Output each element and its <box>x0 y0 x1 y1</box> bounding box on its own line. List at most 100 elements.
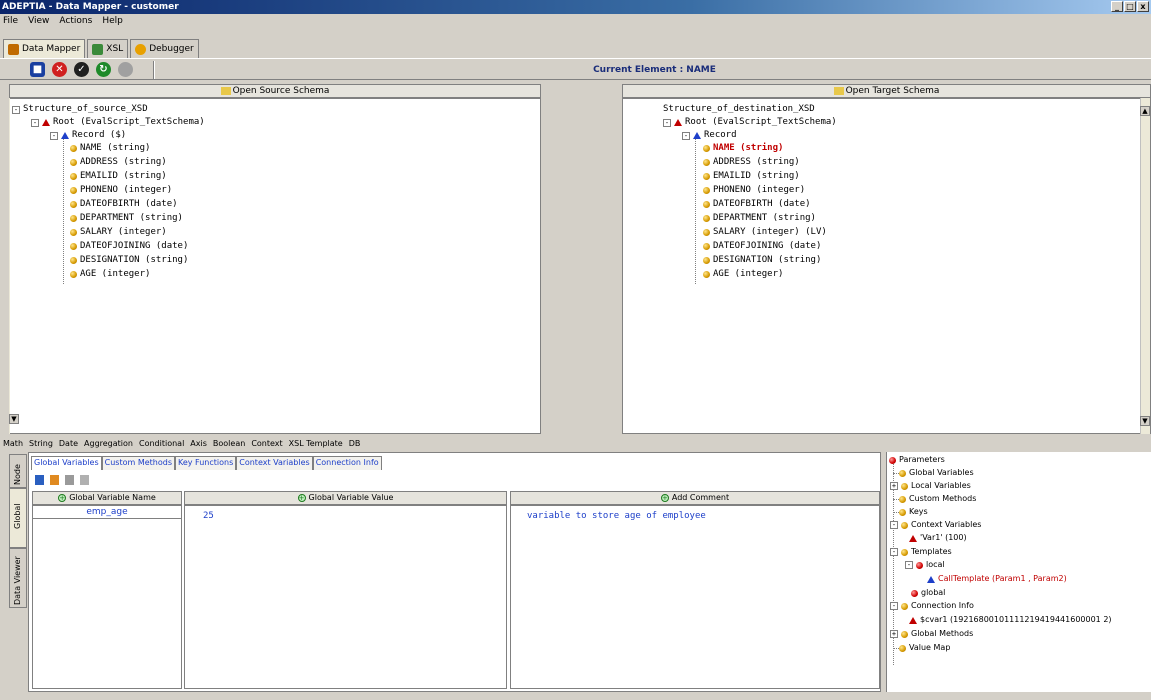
column-header-value[interactable]: + Global Variable Value <box>184 491 507 505</box>
source-field[interactable]: EMAILID (string) <box>80 170 167 183</box>
source-field[interactable]: SALARY (integer) <box>80 226 167 239</box>
source-field[interactable]: DESIGNATION (string) <box>80 254 188 267</box>
function-tab[interactable]: Conditional <box>139 437 184 450</box>
tab-key-functions[interactable]: Key Functions <box>175 456 237 470</box>
parameters-root[interactable]: Parameters <box>899 454 945 466</box>
target-field[interactable]: DATEOFJOINING (date) <box>713 240 821 253</box>
collapse-icon[interactable]: - <box>890 548 898 556</box>
refresh-icon[interactable]: ↻ <box>96 62 111 77</box>
side-tab-global[interactable]: Global <box>9 488 27 548</box>
param-keys[interactable]: Keys <box>909 506 928 518</box>
target-field[interactable]: DEPARTMENT (string) <box>713 212 816 225</box>
collapse-icon[interactable]: - <box>890 602 898 610</box>
tab-data-mapper-label: Data Mapper <box>22 44 81 54</box>
param-call-template[interactable]: CallTemplate (Param1 , Param2) <box>938 573 1067 585</box>
param-cvar1[interactable]: $cvar1 (19216800101111219419441600001 2) <box>920 614 1112 626</box>
tab-context-variables[interactable]: Context Variables <box>236 456 313 470</box>
scroll-down-arrow[interactable]: ▼ <box>1140 416 1150 426</box>
folder-icon <box>899 644 906 652</box>
param-global-methods[interactable]: Global Methods <box>911 628 973 640</box>
menu-actions[interactable]: Actions <box>59 14 92 28</box>
source-field[interactable]: DATEOFBIRTH (date) <box>80 198 178 211</box>
collapse-icon[interactable]: - <box>905 561 913 569</box>
function-tab[interactable]: DB <box>349 437 361 450</box>
tab-data-mapper[interactable]: Data Mapper <box>3 39 86 58</box>
param-connection-info[interactable]: Connection Info <box>911 600 974 612</box>
param-global-variables[interactable]: Global Variables <box>909 467 974 479</box>
param-custom-methods[interactable]: Custom Methods <box>909 493 976 505</box>
variable-value-cell[interactable]: 25 <box>185 506 506 521</box>
source-field[interactable]: ADDRESS (string) <box>80 156 167 169</box>
target-root-node[interactable]: Root (EvalScript_TextSchema) <box>685 116 837 129</box>
open-target-schema-button[interactable]: Open Target Schema <box>622 84 1151 98</box>
mapping-area[interactable] <box>541 98 622 434</box>
target-field[interactable]: DATEOFBIRTH (date) <box>713 198 811 211</box>
source-field[interactable]: DATEOFJOINING (date) <box>80 240 188 253</box>
tab-custom-methods[interactable]: Custom Methods <box>101 456 175 470</box>
new-icon[interactable] <box>35 475 44 485</box>
column-header-comment[interactable]: + Add Comment <box>510 491 880 505</box>
collapse-icon[interactable]: - <box>890 521 898 529</box>
side-tab-node[interactable]: Node <box>9 454 27 488</box>
param-var1[interactable]: 'Var1' (100) <box>920 532 967 544</box>
source-record-node[interactable]: Record ($) <box>72 129 126 142</box>
tab-debugger[interactable]: Debugger <box>130 39 199 58</box>
target-scrollbar[interactable]: ▲ ▼ <box>1140 98 1150 434</box>
field-icon <box>703 173 710 180</box>
open-source-schema-button[interactable]: Open Source Schema <box>9 84 541 98</box>
validate-icon[interactable]: ✓ <box>74 62 89 77</box>
param-context-variables[interactable]: Context Variables <box>911 519 981 531</box>
function-tab[interactable]: String <box>29 437 53 450</box>
collapse-icon[interactable]: - <box>50 131 58 140</box>
menu-help[interactable]: Help <box>102 14 123 28</box>
source-field[interactable]: NAME (string) <box>80 142 150 155</box>
function-tab[interactable]: Axis <box>190 437 207 450</box>
param-templates[interactable]: Templates <box>911 546 952 558</box>
collapse-icon[interactable]: - <box>682 131 690 140</box>
menu-view[interactable]: View <box>28 14 49 28</box>
function-tab[interactable]: XSL Template <box>289 437 343 450</box>
function-tab[interactable]: Context <box>251 437 282 450</box>
column-header-name[interactable]: + Global Variable Name <box>32 491 182 505</box>
source-field[interactable]: DEPARTMENT (string) <box>80 212 183 225</box>
variable-comment-cell[interactable]: variable to store age of employee <box>511 506 879 521</box>
copy-icon[interactable] <box>50 475 59 485</box>
target-field[interactable]: SALARY (integer) (LV) <box>713 226 827 239</box>
target-record-node[interactable]: Record <box>704 129 737 142</box>
tab-connection-info[interactable]: Connection Info <box>312 456 382 470</box>
menu-file[interactable]: File <box>3 14 18 28</box>
minimize-button[interactable]: _ <box>1111 1 1123 12</box>
param-local[interactable]: local <box>926 559 945 571</box>
function-tab[interactable]: Boolean <box>213 437 245 450</box>
maximize-button[interactable]: □ <box>1124 1 1136 12</box>
side-tab-data-viewer[interactable]: Data Viewer <box>9 548 27 608</box>
source-field[interactable]: AGE (integer) <box>80 268 150 281</box>
expand-icon[interactable]: + <box>890 630 898 638</box>
param-local-variables[interactable]: Local Variables <box>911 480 971 492</box>
collapse-icon[interactable]: - <box>12 105 20 114</box>
target-field[interactable]: ADDRESS (string) <box>713 156 800 169</box>
close-button[interactable]: x <box>1137 1 1149 12</box>
cancel-icon[interactable]: ✕ <box>52 62 67 77</box>
scroll-down-arrow[interactable]: ▼ <box>9 414 19 424</box>
save-icon[interactable]: ■ <box>30 62 45 77</box>
function-tab[interactable]: Aggregation <box>84 437 133 450</box>
param-global[interactable]: global <box>921 587 945 599</box>
source-root-node[interactable]: Root (EvalScript_TextSchema) <box>53 116 205 129</box>
scroll-up-arrow[interactable]: ▲ <box>1140 106 1150 116</box>
param-value-map[interactable]: Value Map <box>909 642 950 654</box>
collapse-icon[interactable]: - <box>663 118 671 127</box>
tab-global-variables[interactable]: Global Variables <box>31 456 102 470</box>
source-field[interactable]: PHONENO (integer) <box>80 184 172 197</box>
function-tab[interactable]: Date <box>59 437 78 450</box>
target-field[interactable]: DESIGNATION (string) <box>713 254 821 267</box>
target-field[interactable]: AGE (integer) <box>713 268 783 281</box>
target-field[interactable]: PHONENO (integer) <box>713 184 805 197</box>
collapse-icon[interactable]: - <box>31 118 39 127</box>
target-field-selected[interactable]: NAME (string) <box>713 142 783 155</box>
tab-xsl[interactable]: XSL <box>87 39 129 58</box>
variable-name-cell[interactable]: emp_age <box>33 506 181 519</box>
target-field[interactable]: EMAILID (string) <box>713 170 800 183</box>
expand-icon[interactable]: + <box>890 482 898 490</box>
function-tab[interactable]: Math <box>3 437 23 450</box>
